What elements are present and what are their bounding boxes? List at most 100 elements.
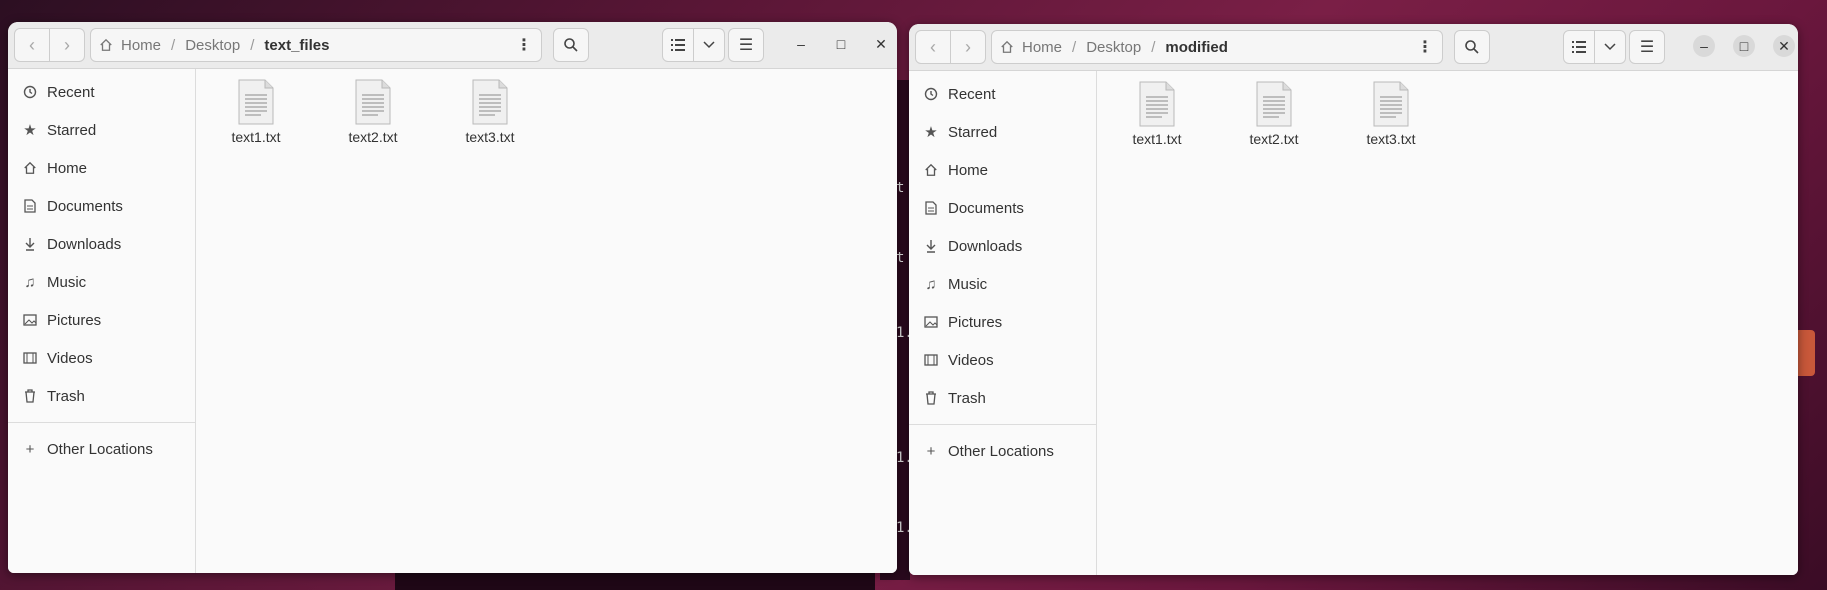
sidebar-item-pictures[interactable]: Pictures [909, 303, 1096, 341]
sidebar-item-home[interactable]: Home [909, 151, 1096, 189]
close-button[interactable]: ✕ [870, 33, 892, 55]
sidebar: Recent ★ Starred Home Documents Download… [909, 71, 1097, 575]
view-options-button[interactable] [694, 28, 725, 62]
file-item[interactable]: text1.txt [1107, 81, 1207, 147]
breadcrumb-current[interactable]: modified [1161, 39, 1232, 56]
file-item[interactable]: text2.txt [323, 79, 423, 145]
close-icon: ✕ [1778, 37, 1790, 54]
list-view-button[interactable] [662, 28, 694, 62]
file-name: text1.txt [1132, 131, 1182, 147]
sidebar-item-music[interactable]: ♫ Music [8, 263, 195, 301]
file-item[interactable]: text2.txt [1224, 81, 1324, 147]
sidebar-item-pictures[interactable]: Pictures [8, 301, 195, 339]
hamburger-icon: ☰ [1639, 39, 1655, 56]
sidebar-item-label: Home [47, 159, 88, 177]
close-button[interactable]: ✕ [1773, 35, 1795, 57]
text-file-icon [238, 79, 274, 125]
sidebar-item-label: Recent [948, 85, 996, 103]
sidebar-item-videos[interactable]: Videos [909, 341, 1096, 379]
chevron-right-icon: › [64, 34, 70, 55]
sidebar-item-starred[interactable]: ★ Starred [8, 111, 195, 149]
file-view: text1.txt text2.txt text3.txt [1097, 71, 1798, 575]
home-icon [100, 38, 112, 51]
home-icon [1001, 40, 1013, 53]
sidebar-item-trash[interactable]: Trash [909, 379, 1096, 417]
plus-icon: + [25, 440, 35, 458]
maximize-button[interactable]: □ [830, 33, 852, 55]
sidebar-item-label: Other Locations [948, 442, 1054, 460]
download-icon [923, 238, 939, 254]
main-menu-button[interactable]: ☰ [1629, 30, 1665, 64]
trash-icon [22, 388, 38, 404]
file-item[interactable]: text3.txt [440, 79, 540, 145]
breadcrumb-home[interactable]: Home [117, 37, 165, 54]
sidebar-item-label: Downloads [47, 235, 122, 253]
list-view-icon [671, 39, 685, 51]
chevron-down-icon [703, 41, 715, 49]
path-menu-button[interactable]: ⋮ [507, 28, 542, 62]
back-button[interactable]: ‹ [14, 28, 50, 62]
forward-button[interactable]: › [50, 28, 85, 62]
view-options-button[interactable] [1595, 30, 1626, 64]
maximize-button[interactable]: □ [1733, 35, 1755, 57]
forward-button[interactable]: › [951, 30, 986, 64]
path-menu-button[interactable]: ⋮ [1408, 30, 1443, 64]
text-file-icon [1373, 81, 1409, 127]
breadcrumb-desktop[interactable]: Desktop [181, 37, 244, 54]
sidebar-item-downloads[interactable]: Downloads [8, 225, 195, 263]
sidebar-item-home[interactable]: Home [8, 149, 195, 187]
search-button[interactable] [553, 28, 589, 62]
sidebar-item-other-locations[interactable]: + Other Locations [909, 432, 1096, 470]
sidebar-item-videos[interactable]: Videos [8, 339, 195, 377]
minimize-button[interactable]: – [790, 33, 812, 55]
sidebar-item-label: Music [948, 275, 988, 293]
file-item[interactable]: text1.txt [206, 79, 306, 145]
breadcrumb-home[interactable]: Home [1018, 39, 1066, 56]
main-menu-button[interactable]: ☰ [728, 28, 764, 62]
film-icon [923, 352, 939, 368]
close-icon: ✕ [875, 35, 887, 52]
chevron-down-icon [1604, 43, 1616, 51]
list-view-button[interactable] [1563, 30, 1595, 64]
sidebar-item-label: Documents [47, 197, 123, 215]
file-manager-window-text-files: ‹ › Home / Desktop / text_files ⋮ ☰ – □ … [8, 22, 897, 573]
search-icon [564, 38, 578, 52]
file-name: text2.txt [1249, 131, 1299, 147]
minimize-icon: – [1700, 38, 1708, 54]
picture-icon [22, 312, 38, 328]
breadcrumb-desktop[interactable]: Desktop [1082, 39, 1145, 56]
download-icon [22, 236, 38, 252]
star-icon: ★ [924, 124, 938, 141]
maximize-icon: □ [1739, 38, 1749, 54]
sidebar-item-label: Trash [948, 389, 986, 407]
text-file-icon [1256, 81, 1292, 127]
sidebar-item-recent[interactable]: Recent [909, 75, 1096, 113]
breadcrumb-current[interactable]: text_files [260, 37, 333, 54]
sidebar-item-other-locations[interactable]: + Other Locations [8, 430, 195, 468]
header-bar: ‹ › Home / Desktop / text_files ⋮ ☰ – □ … [8, 22, 897, 69]
text-file-icon [472, 79, 508, 125]
sidebar-divider [909, 424, 1096, 425]
path-bar: Home / Desktop / text_files [90, 28, 508, 62]
sidebar-item-music[interactable]: ♫ Music [909, 265, 1096, 303]
sidebar-item-label: Downloads [948, 237, 1023, 255]
file-manager-window-modified: ‹ › Home / Desktop / modified ⋮ ☰ – □ ✕ [909, 24, 1798, 575]
music-note-icon: ♫ [24, 273, 36, 291]
text-file-icon [355, 79, 391, 125]
sidebar-item-trash[interactable]: Trash [8, 377, 195, 415]
sidebar-item-starred[interactable]: ★ Starred [909, 113, 1096, 151]
file-item[interactable]: text3.txt [1341, 81, 1441, 147]
sidebar: Recent ★ Starred Home Documents Download… [8, 69, 196, 573]
maximize-icon: □ [836, 36, 846, 52]
back-button[interactable]: ‹ [915, 30, 951, 64]
sidebar-item-label: Documents [948, 199, 1024, 217]
file-name: text2.txt [348, 129, 398, 145]
search-button[interactable] [1454, 30, 1490, 64]
sidebar-item-label: Home [948, 161, 989, 179]
sidebar-item-recent[interactable]: Recent [8, 73, 195, 111]
minimize-button[interactable]: – [1693, 35, 1715, 57]
star-icon: ★ [23, 122, 37, 139]
sidebar-item-documents[interactable]: Documents [909, 189, 1096, 227]
sidebar-item-documents[interactable]: Documents [8, 187, 195, 225]
sidebar-item-downloads[interactable]: Downloads [909, 227, 1096, 265]
